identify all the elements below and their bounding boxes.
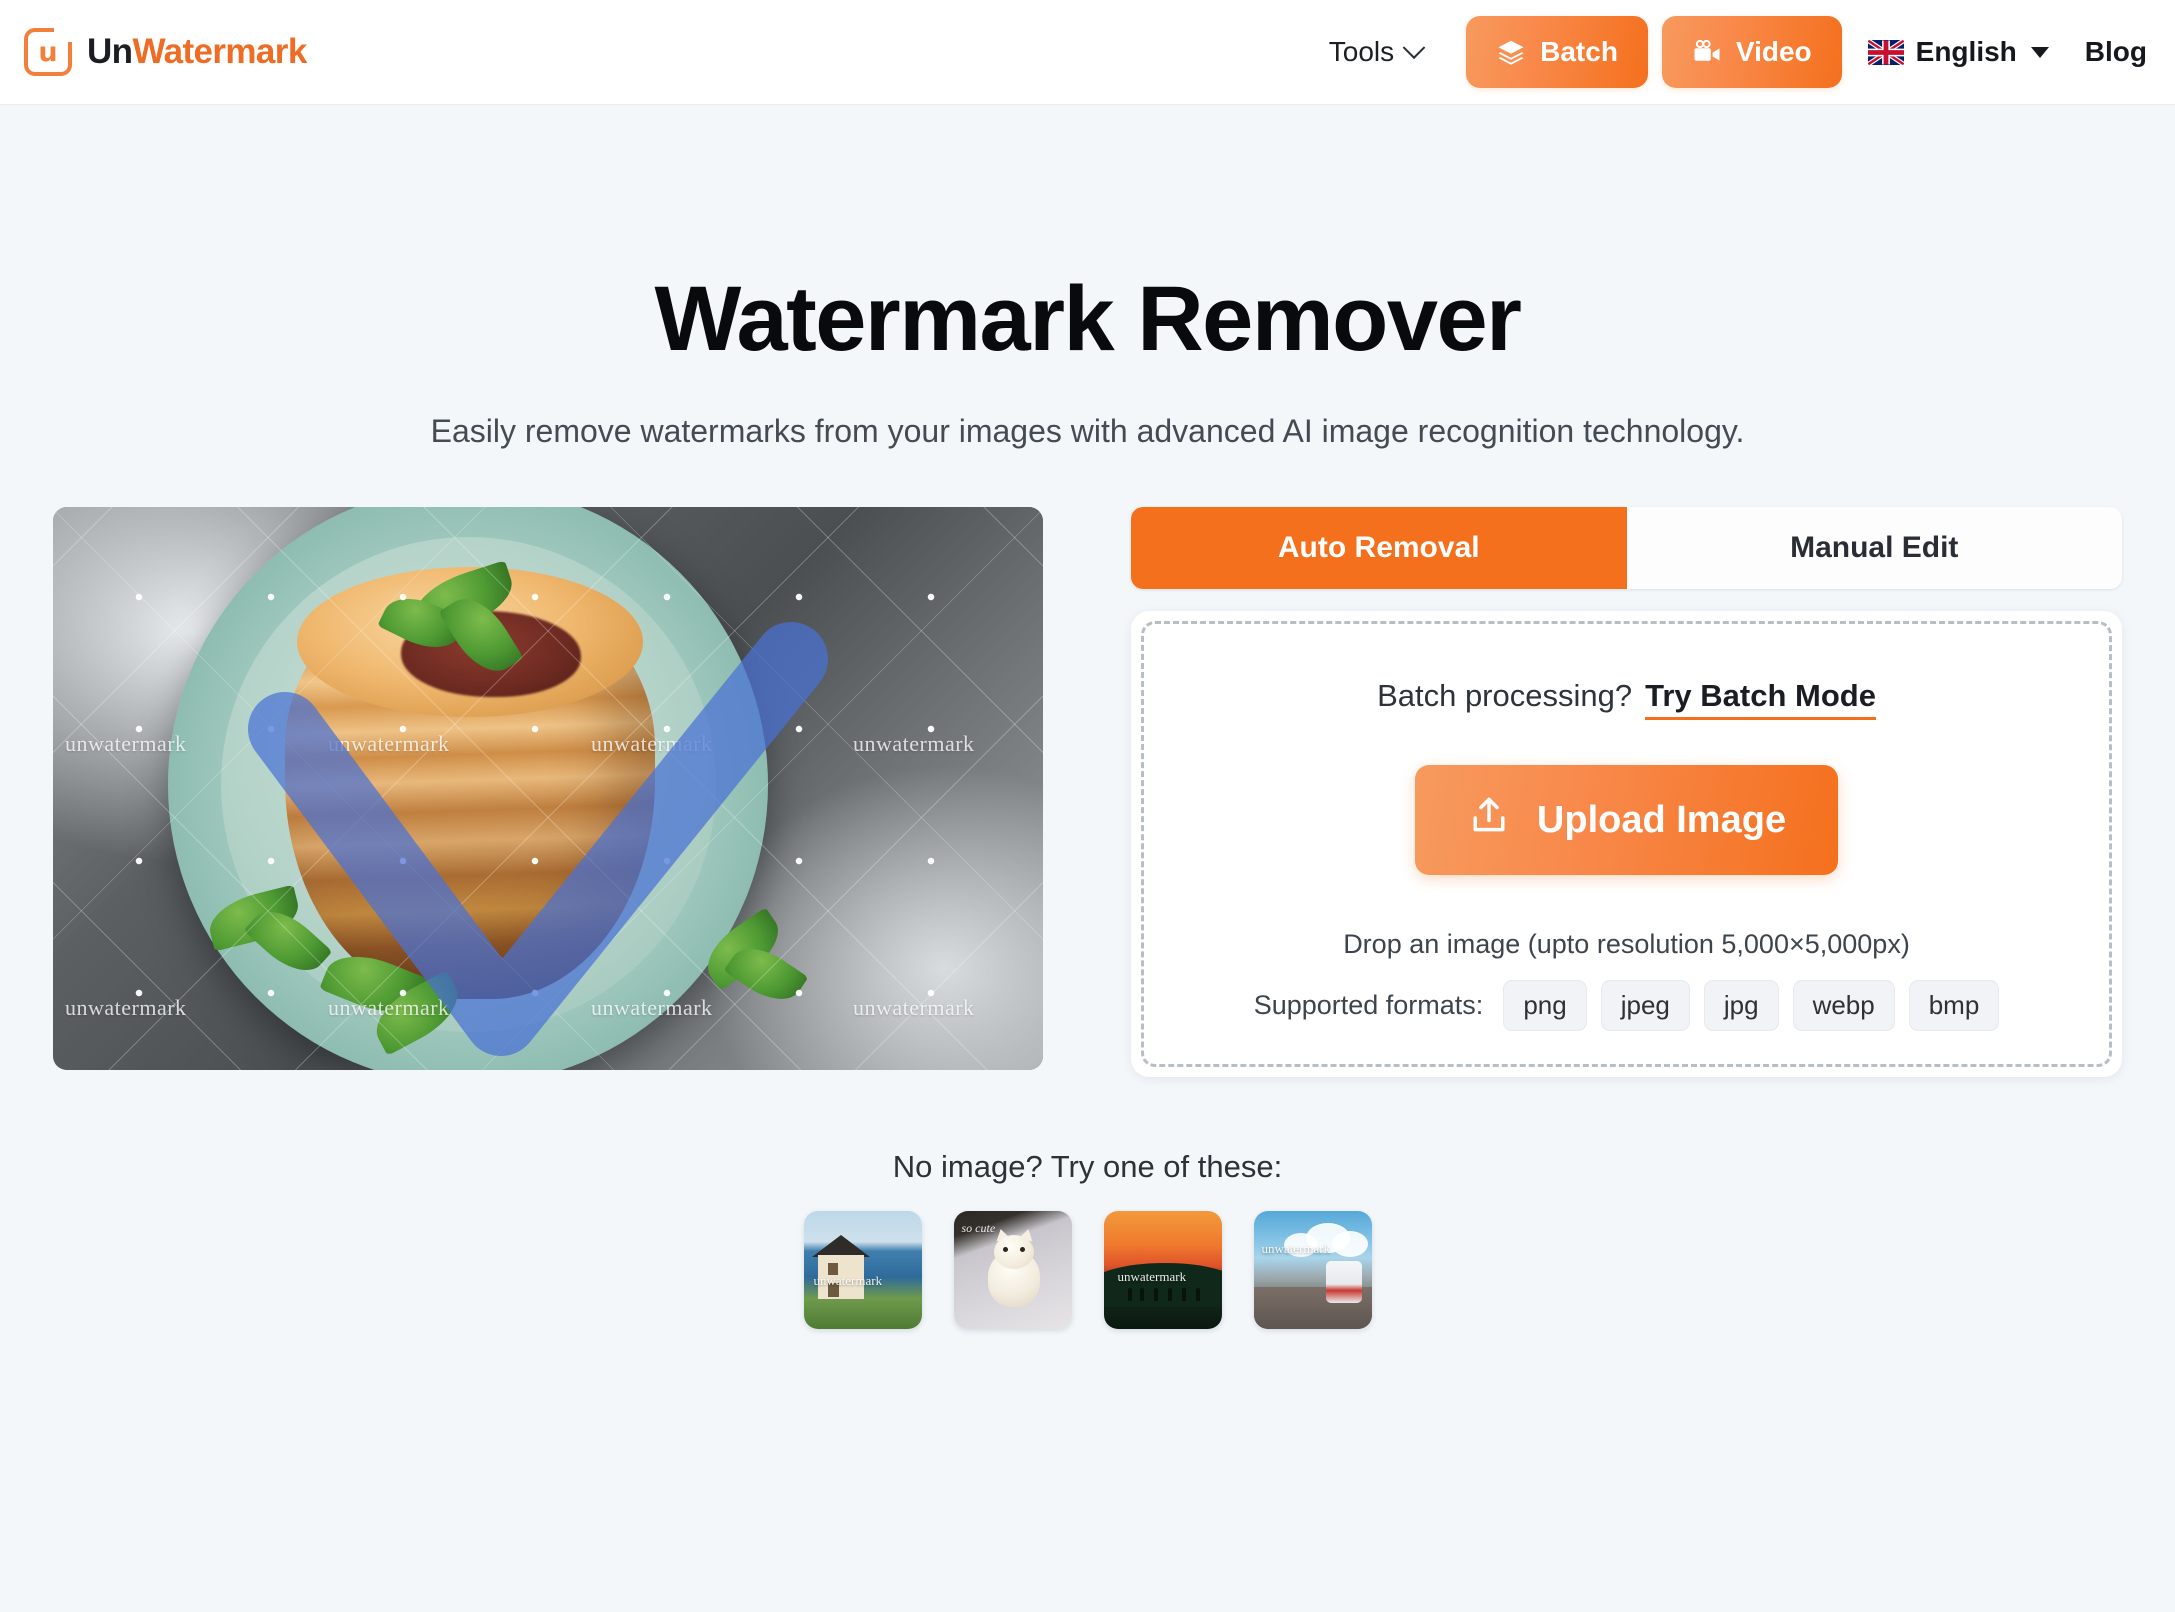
mint-leaf-2: [203, 884, 338, 985]
sample-thumbnail-bus[interactable]: unwatermark: [1253, 1211, 1372, 1329]
hero-section: Watermark Remover Easily remove watermar…: [0, 105, 2175, 450]
page-title: Watermark Remover: [654, 268, 1522, 370]
brand-name-part2: Watermark: [132, 32, 307, 71]
sample-watermark-text: unwatermark: [1261, 1241, 1331, 1256]
silhouette-figure: [1153, 1288, 1158, 1301]
batch-button[interactable]: Batch: [1466, 16, 1648, 88]
video-camera-icon: [1692, 37, 1722, 67]
cloud-shape-2: [1331, 1231, 1368, 1257]
tools-menu[interactable]: Tools: [1329, 36, 1444, 68]
main-content: unwatermark unwatermark unwatermark unwa…: [0, 450, 2175, 1077]
batch-button-label: Batch: [1540, 36, 1618, 67]
tab-auto-removal[interactable]: Auto Removal: [1131, 507, 1627, 589]
video-button[interactable]: Video: [1661, 16, 1842, 88]
sample-watermark-text: so cute: [961, 1221, 996, 1235]
brand-name: UnWatermark: [87, 32, 307, 72]
silhouette-figure: [1167, 1288, 1172, 1301]
file-dropzone[interactable]: Batch processing? Try Batch Mode Upload …: [1141, 621, 2112, 1067]
kitten-eye-left: [1002, 1247, 1008, 1252]
brand-name-part1: Un: [87, 32, 133, 71]
language-label: English: [1915, 36, 2017, 67]
format-chip-webp[interactable]: webp: [1792, 980, 1895, 1031]
mint-leaf-1: [377, 560, 533, 684]
sample-thumbnail-kitten[interactable]: so cute: [953, 1211, 1072, 1329]
try-batch-mode-link[interactable]: Try Batch Mode: [1645, 678, 1876, 720]
batch-prompt-text: Batch processing?: [1377, 678, 1633, 713]
sample-thumbnail-sunset[interactable]: unwatermark: [1103, 1211, 1222, 1329]
silhouette-figure: [1127, 1288, 1132, 1301]
video-button-label: Video: [1735, 36, 1812, 67]
silhouette-figure: [1139, 1288, 1144, 1301]
drop-hint-text: Drop an image (upto resolution 5,000×5,0…: [1343, 929, 1910, 959]
layers-icon: [1496, 37, 1526, 67]
silhouette-figure: [1181, 1288, 1186, 1301]
brand-logo[interactable]: u UnWatermark: [24, 28, 307, 76]
tools-label: Tools: [1328, 36, 1395, 67]
sample-watermark-text: unwatermark: [1117, 1269, 1187, 1284]
house-roof-shape: [811, 1235, 870, 1257]
page-subtitle: Easily remove watermarks from your image…: [430, 413, 1745, 449]
batch-prompt-row: Batch processing? Try Batch Mode: [1377, 678, 1876, 720]
sample-thumbnail-row: unwatermark so cute unwatermark unwaterm…: [0, 1211, 2175, 1329]
language-selector[interactable]: English: [1867, 36, 2049, 68]
supported-formats-row: Supported formats: png jpeg jpg webp bmp: [1254, 980, 2000, 1031]
tab-manual-edit[interactable]: Manual Edit: [1626, 507, 2122, 589]
blog-link[interactable]: Blog: [2085, 36, 2147, 68]
logo-letter: u: [38, 36, 58, 68]
tab-auto-removal-label: Auto Removal: [1277, 531, 1480, 564]
format-chip-jpg[interactable]: jpg: [1703, 980, 1779, 1031]
supported-formats-label: Supported formats:: [1253, 990, 1484, 1020]
sample-images-section: No image? Try one of these: unwatermark …: [0, 1149, 2175, 1329]
uk-flag-icon: [1867, 39, 1904, 65]
bus-shape: [1325, 1261, 1362, 1303]
tool-panel: Auto Removal Manual Edit Batch processin…: [1131, 507, 2122, 1077]
sample-watermark-text: unwatermark: [813, 1273, 883, 1288]
caret-down-icon: [2030, 46, 2049, 58]
mint-leaf-4: [695, 907, 821, 1013]
logo-icon: u: [24, 28, 72, 76]
chevron-down-icon: [1402, 36, 1426, 60]
sample-thumbnail-house[interactable]: unwatermark: [803, 1211, 922, 1329]
dropzone-card: Batch processing? Try Batch Mode Upload …: [1131, 611, 2122, 1077]
mode-tabs: Auto Removal Manual Edit: [1131, 507, 2122, 589]
demo-preview-image: unwatermark unwatermark unwatermark unwa…: [53, 507, 1043, 1070]
upload-image-label: Upload Image: [1536, 798, 1787, 841]
kitten-head-shape: [993, 1235, 1034, 1269]
samples-title: No image? Try one of these:: [892, 1149, 1283, 1184]
kitten-eye-right: [1019, 1247, 1025, 1252]
format-chip-png[interactable]: png: [1503, 980, 1587, 1031]
header-nav: Tools Batch Video English Blog: [1329, 16, 2147, 88]
upload-image-button[interactable]: Upload Image: [1414, 765, 1839, 875]
tab-manual-edit-label: Manual Edit: [1790, 531, 1959, 564]
format-chip-jpeg[interactable]: jpeg: [1600, 980, 1690, 1031]
silhouette-figure: [1195, 1288, 1200, 1301]
format-chip-bmp[interactable]: bmp: [1908, 980, 2000, 1031]
site-header: u UnWatermark Tools Batch Video English …: [0, 0, 2175, 105]
mint-leaf-3: [319, 942, 475, 1056]
upload-icon: [1467, 793, 1511, 847]
